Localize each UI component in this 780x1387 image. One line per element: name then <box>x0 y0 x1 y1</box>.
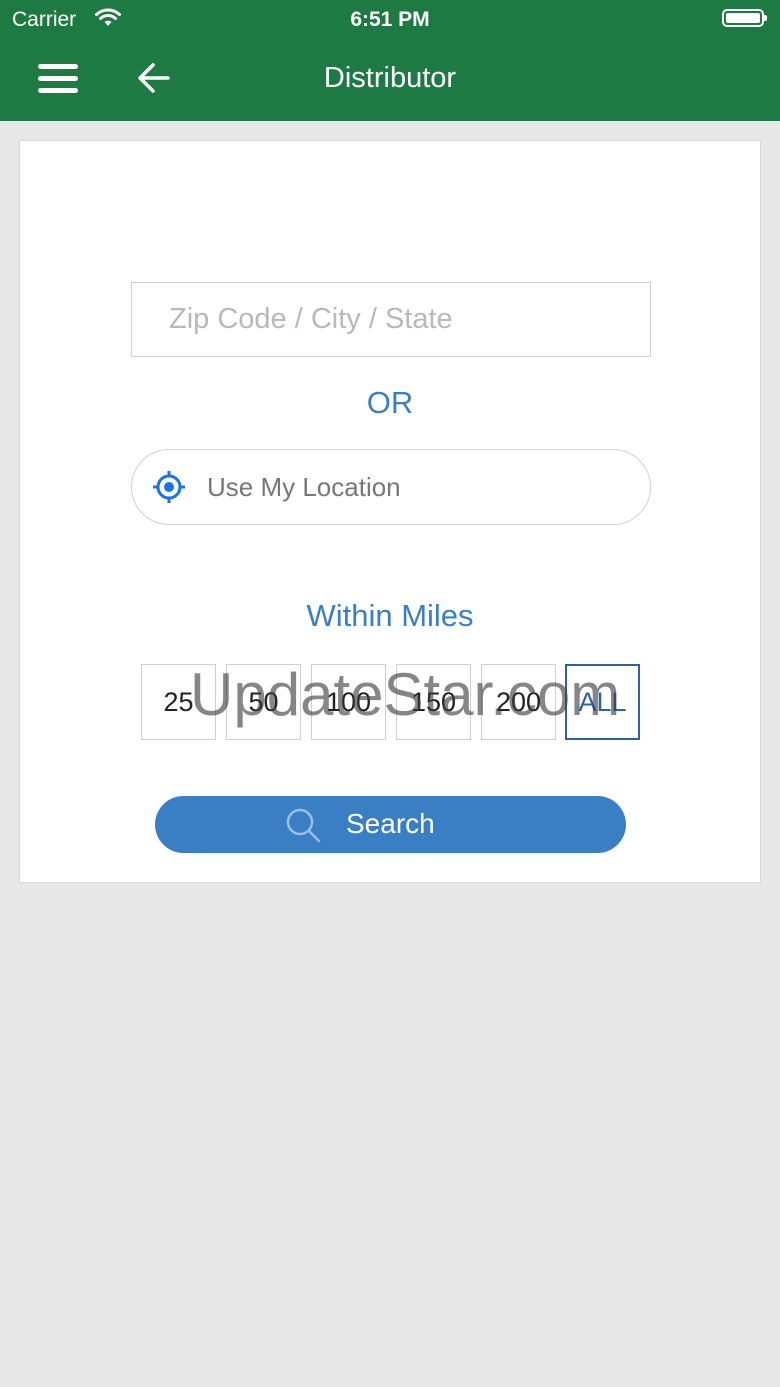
miles-option-all[interactable]: ALL <box>565 664 640 740</box>
battery-icon <box>722 9 767 27</box>
miles-option-100[interactable]: 100 <box>311 664 386 740</box>
search-button-label: Search <box>346 808 435 839</box>
search-card: OR Use My Location Within Miles 25 50 10… <box>19 140 761 883</box>
status-bar: Carrier 6:51 PM <box>0 0 780 40</box>
location-search-input[interactable] <box>131 282 651 357</box>
navigation-bar: Distributor <box>0 40 780 121</box>
miles-option-150[interactable]: 150 <box>396 664 471 740</box>
within-miles-label: Within Miles <box>306 598 474 633</box>
status-time: 6:51 PM <box>350 8 430 31</box>
crosshair-location-icon <box>152 470 186 504</box>
use-my-location-label: Use My Location <box>207 472 401 502</box>
page-title: Distributor <box>323 62 457 94</box>
or-divider-label: OR <box>366 385 414 420</box>
magnifier-icon <box>285 807 321 843</box>
miles-option-25[interactable]: 25 <box>141 664 216 740</box>
miles-option-200[interactable]: 200 <box>481 664 556 740</box>
app-header: Carrier 6:51 PM Distributor <box>0 0 780 121</box>
miles-option-50[interactable]: 50 <box>226 664 301 740</box>
search-button[interactable]: Search <box>155 796 626 853</box>
use-my-location-button[interactable]: Use My Location <box>131 449 651 525</box>
